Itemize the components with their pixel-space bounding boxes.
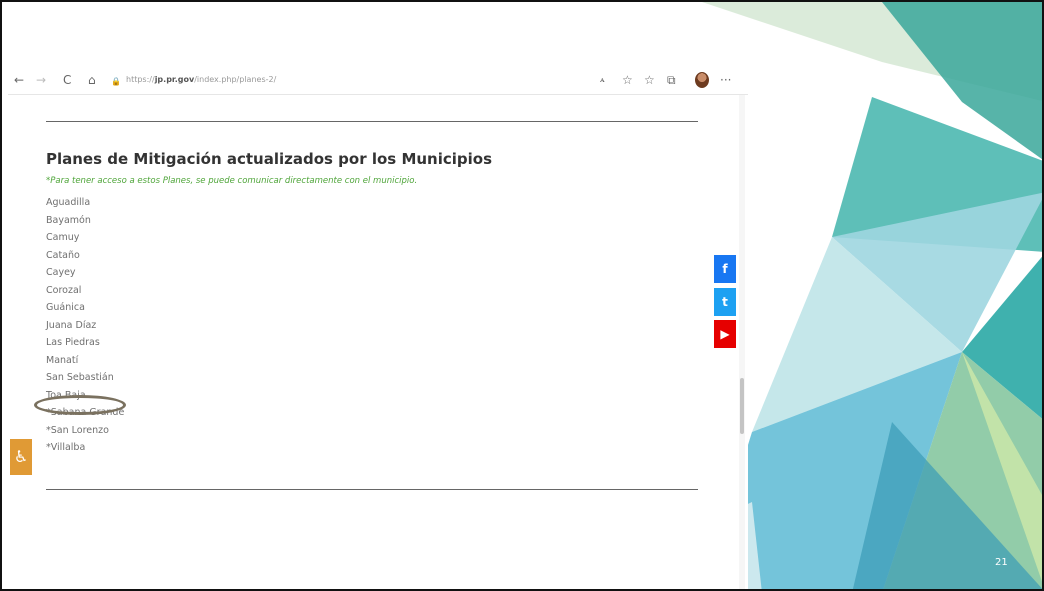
- accessibility-button[interactable]: ♿: [10, 439, 32, 475]
- municipality-item: Guánica: [46, 302, 85, 313]
- facebook-button[interactable]: f: [714, 255, 736, 283]
- municipality-item: Las Piedras: [46, 337, 100, 348]
- youtube-button[interactable]: ▶: [714, 320, 736, 348]
- profile-avatar[interactable]: [695, 72, 709, 88]
- municipality-item: Cataño: [46, 249, 80, 261]
- more-icon[interactable]: ···: [720, 72, 731, 88]
- url-path: /index.php/planes-2/: [194, 75, 277, 84]
- reload-icon[interactable]: C: [63, 72, 71, 88]
- municipality-item: Camuy: [46, 232, 80, 243]
- favorites-icon[interactable]: ☆: [644, 72, 655, 88]
- access-note: *Para tener acceso a estos Planes, se pu…: [46, 176, 418, 186]
- municipality-item: Aguadilla: [46, 197, 91, 208]
- scrollbar-thumb[interactable]: [740, 378, 744, 434]
- web-page: Planes de Mitigación actualizados por lo…: [8, 95, 745, 589]
- municipality-item: *Villalba: [46, 442, 86, 453]
- browser-window: ← → C ⌂ 🔒 https://jp.pr.gov/index.php/pl…: [8, 66, 748, 589]
- browser-toolbar: ← → C ⌂ 🔒 https://jp.pr.gov/index.php/pl…: [8, 66, 748, 95]
- municipality-item: Cayey: [46, 267, 76, 278]
- read-aloud-icon[interactable]: ꭺ: [600, 72, 605, 88]
- collections-icon[interactable]: ⧉: [667, 72, 676, 88]
- scrollbar-track[interactable]: [739, 95, 745, 589]
- slide-page-number: 21: [995, 557, 1008, 568]
- url-domain: jp.pr.gov: [154, 75, 195, 84]
- municipality-list: Aguadilla Bayamón Camuy Cataño Cayey Corozal G…: [46, 194, 124, 457]
- slide: ← → C ⌂ 🔒 https://jp.pr.gov/index.php/pl…: [0, 0, 1044, 591]
- municipality-item: *San Lorenzo: [46, 424, 109, 436]
- municipality-item: San Sebastián: [46, 372, 114, 383]
- municipality-item: Juana Díaz: [46, 319, 97, 331]
- back-icon[interactable]: ←: [14, 72, 24, 88]
- page-title: Planes de Mitigación actualizados por lo…: [46, 150, 493, 168]
- twitter-button[interactable]: t: [714, 288, 736, 316]
- divider-bottom: [46, 489, 698, 490]
- municipality-item: Bayamón: [46, 214, 91, 226]
- home-icon[interactable]: ⌂: [88, 72, 96, 88]
- lock-icon: 🔒: [111, 77, 121, 86]
- municipality-item: Corozal: [46, 284, 82, 296]
- highlight-circle: [34, 395, 126, 415]
- municipality-item: Manatí: [46, 354, 79, 366]
- divider-top: [46, 121, 698, 122]
- extensions-icon[interactable]: ☆: [622, 72, 633, 88]
- forward-icon[interactable]: →: [36, 72, 46, 88]
- address-bar[interactable]: https://jp.pr.gov/index.php/planes-2/: [126, 73, 276, 87]
- url-prefix: https://: [126, 75, 155, 84]
